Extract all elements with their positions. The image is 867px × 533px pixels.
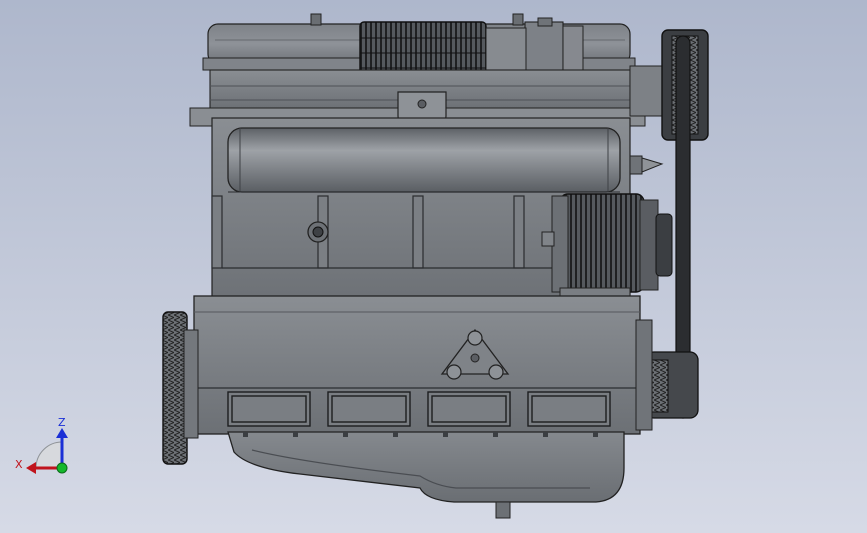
z-axis-label: Z <box>58 416 66 429</box>
oil-pressure-sender-icon[interactable] <box>307 221 329 243</box>
intake-manifold[interactable] <box>227 127 621 193</box>
engine-model-view[interactable]: Z X <box>0 0 867 533</box>
x-axis-label: X <box>15 458 23 471</box>
y-axis-icon <box>56 462 68 474</box>
cad-viewport[interactable]: Z X <box>0 0 867 533</box>
crankshaft-pulley[interactable] <box>645 351 699 419</box>
alternator[interactable] <box>541 193 673 303</box>
